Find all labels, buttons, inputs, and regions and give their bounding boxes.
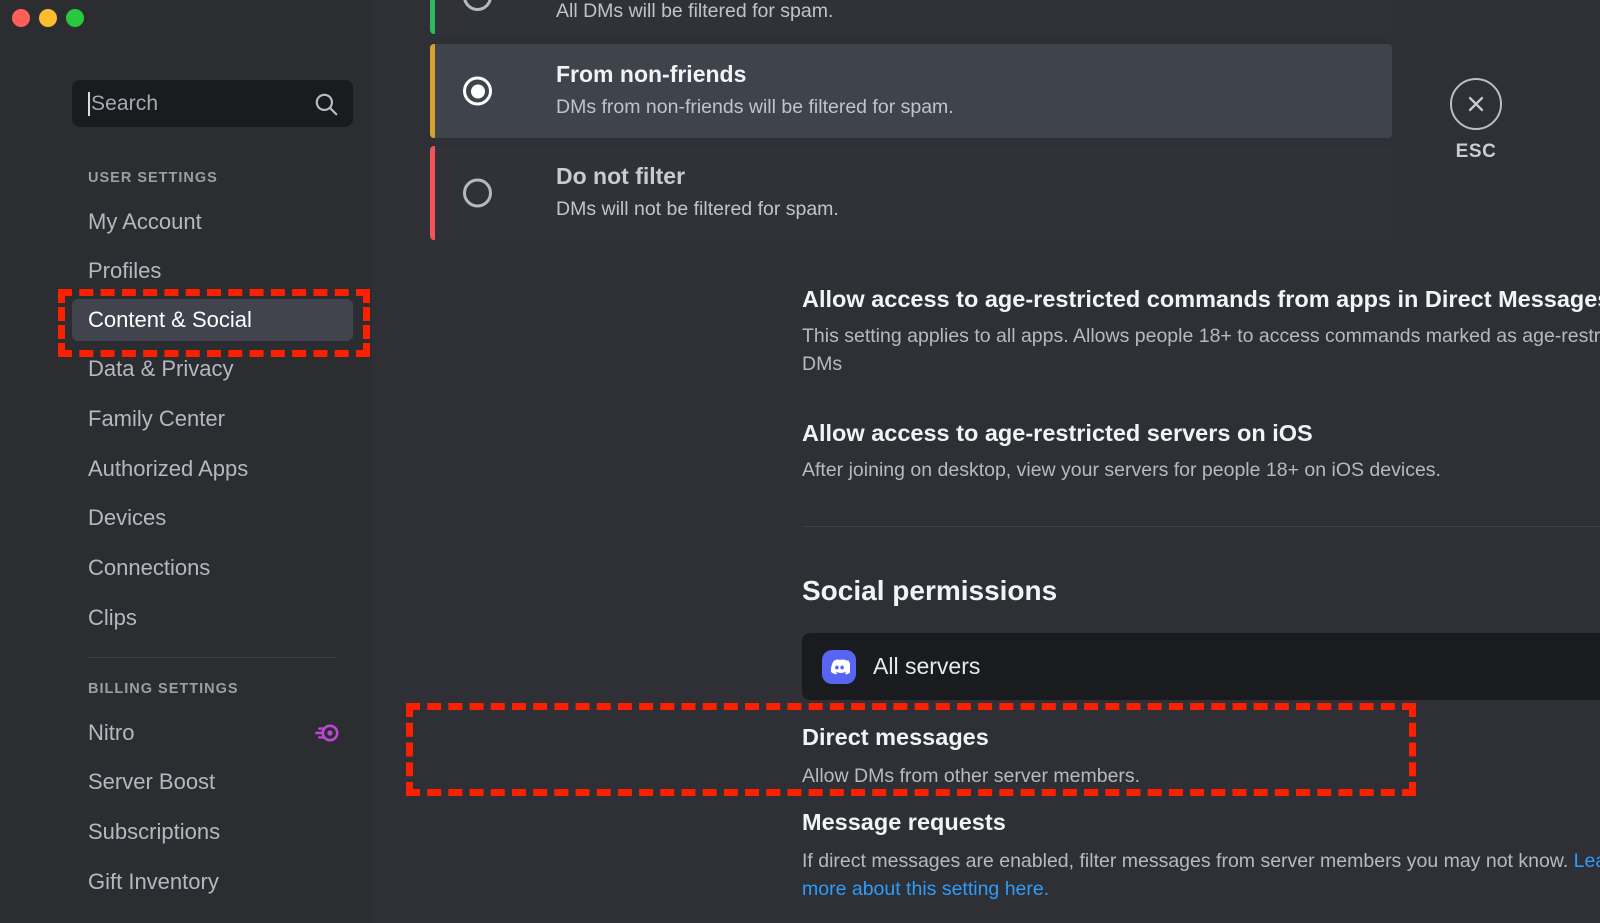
sidebar-item-label: My Account [88,209,202,234]
sidebar-item-label: Devices [88,505,167,530]
setting-message-requests: Message requests If direct messages are … [802,809,1600,904]
sidebar-item-gift-inventory[interactable]: Gift Inventory [72,861,353,903]
sidebar-item-profiles[interactable]: Profiles [72,250,353,292]
sidebar-item-content-and-social[interactable]: Content & Social [72,299,353,341]
close-settings-button[interactable]: ESC [1443,78,1509,163]
search-placeholder: Search [91,91,159,115]
spam-filter-option-from-non-friends[interactable]: From non-friends DMs from non-friends wi… [430,44,1392,138]
spam-filter-option-desc: DMs from non-friends will be filtered fo… [556,96,954,118]
search-input[interactable]: Search [72,80,353,127]
sidebar-item-my-account[interactable]: My Account [72,201,353,243]
sidebar-item-label: Server Boost [88,769,216,794]
window-close-button[interactable] [12,9,30,27]
window-minimize-button[interactable] [39,9,57,27]
sidebar-item-subscriptions[interactable]: Subscriptions [72,811,353,853]
setting-age-restricted-commands: Allow access to age-restricted commands … [802,286,1600,379]
sidebar-item-data-and-privacy[interactable]: Data & Privacy [72,348,353,390]
sidebar-item-label: Gift Inventory [88,869,219,894]
setting-description: If direct messages are enabled, filter m… [802,847,1600,904]
discord-logo-icon [822,649,856,684]
sidebar-item-connections[interactable]: Connections [72,547,353,589]
discord-user-settings-window: Search USER SETTINGS My Account Profiles… [0,0,1600,923]
setting-title: Allow access to age-restricted commands … [802,286,1600,312]
radio-button[interactable] [463,178,492,208]
sidebar-item-authorized-apps[interactable]: Authorized Apps [72,448,353,490]
sidebar-item-devices[interactable]: Devices [72,497,353,539]
window-traffic-lights [12,9,84,27]
sidebar-item-clips[interactable]: Clips [72,597,353,639]
sidebar-item-label: Content & Social [88,307,252,332]
server-scope-dropdown[interactable]: All servers [802,633,1600,700]
section-title-social-permissions: Social permissions [802,575,1058,606]
sidebar-item-label: Clips [88,605,137,630]
spam-filter-option-do-not-filter[interactable]: Do not filter DMs will not be filtered f… [430,146,1392,240]
spam-filter-option-desc: DMs will not be filtered for spam. [556,198,839,220]
setting-title: Message requests [802,809,1006,835]
sidebar-item-server-boost[interactable]: Server Boost [72,761,353,803]
esc-label: ESC [1455,141,1497,162]
radio-button-selected[interactable] [463,76,492,106]
sidebar-item-label: Nitro [88,720,135,745]
search-icon [313,91,339,117]
spam-filter-option-all-dms[interactable]: All DMs will be filtered for spam. [430,0,1392,34]
setting-title: Allow access to age-restricted servers o… [802,420,1313,446]
close-icon [1450,78,1502,130]
settings-sidebar: Search USER SETTINGS My Account Profiles… [0,0,372,923]
spam-filter-option-title: Do not filter [556,163,686,189]
sidebar-item-label: Subscriptions [88,819,221,844]
radio-button[interactable] [463,0,492,11]
text-cursor [88,91,90,116]
spam-filter-option-title: From non-friends [556,61,747,87]
accent-bar [430,146,435,240]
sidebar-item-nitro[interactable]: Nitro [72,712,353,754]
setting-age-restricted-servers-ios: Allow access to age-restricted servers o… [802,420,1600,484]
setting-title: Direct messages [802,724,989,750]
accent-bar [430,0,435,34]
settings-main-panel: All DMs will be filtered for spam. From … [372,0,1600,923]
sidebar-item-family-center[interactable]: Family Center [72,398,353,440]
sidebar-item-label: Data & Privacy [88,356,234,381]
nitro-badge-icon [313,723,339,743]
spam-filter-option-desc: All DMs will be filtered for spam. [556,0,834,22]
sidebar-item-label: Connections [88,555,211,580]
setting-direct-messages: Direct messages Allow DMs from other ser… [802,724,1600,790]
sidebar-item-label: Family Center [88,406,225,431]
section-divider [802,526,1600,527]
setting-description-text: If direct messages are enabled, filter m… [802,850,1574,872]
sidebar-item-label: Authorized Apps [88,456,249,481]
window-zoom-button[interactable] [66,9,84,27]
server-scope-label: All servers [873,653,981,679]
setting-description: Allow DMs from other server members. [802,765,1141,787]
sidebar-divider [88,657,336,658]
accent-bar [430,44,435,138]
sidebar-heading-billing-settings: BILLING SETTINGS [88,681,239,697]
setting-description: This setting applies to all apps. Allows… [802,325,1600,376]
sidebar-item-label: Profiles [88,258,162,283]
setting-description: After joining on desktop, view your serv… [802,459,1441,481]
sidebar-heading-user-settings: USER SETTINGS [88,170,218,186]
